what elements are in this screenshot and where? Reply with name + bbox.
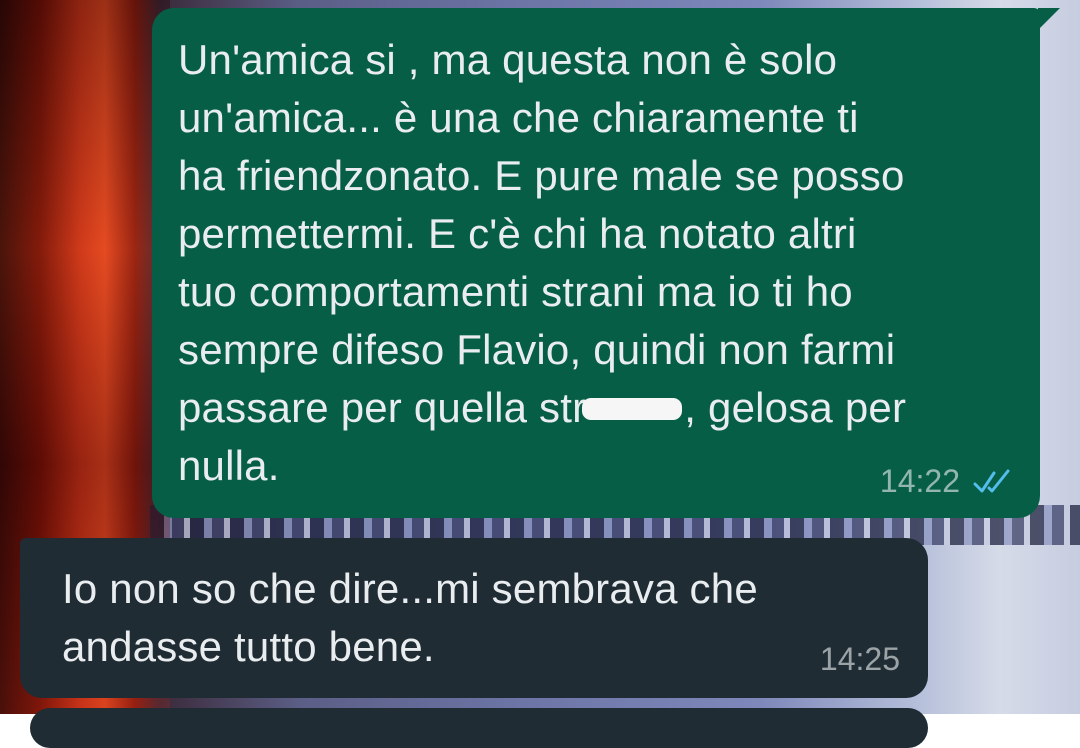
double-check-read-icon bbox=[973, 469, 1010, 492]
outgoing-message-bubble[interactable]: Un'amica si , ma questa non è solo un'am… bbox=[152, 8, 1060, 518]
next-message-bubble-partial[interactable] bbox=[30, 708, 928, 748]
incoming-message-bubble[interactable]: Io non so che dire...mi sembrava che and… bbox=[20, 538, 928, 698]
message-text: Io non so che dire...mi sembrava che and… bbox=[62, 565, 758, 670]
message-timestamp: 14:22 bbox=[879, 463, 960, 499]
redaction-scribble bbox=[582, 397, 683, 420]
message-meta: 14:25 bbox=[820, 641, 900, 678]
bubble-tail bbox=[1038, 8, 1060, 30]
message-timestamp: 14:25 bbox=[819, 641, 900, 677]
message-meta: 14:22 bbox=[880, 463, 1016, 500]
message-text: Un'amica si , ma questa non è solo un'am… bbox=[178, 31, 1028, 495]
message-text-part-1: Un'amica si , ma questa non è solo un'am… bbox=[178, 36, 905, 431]
